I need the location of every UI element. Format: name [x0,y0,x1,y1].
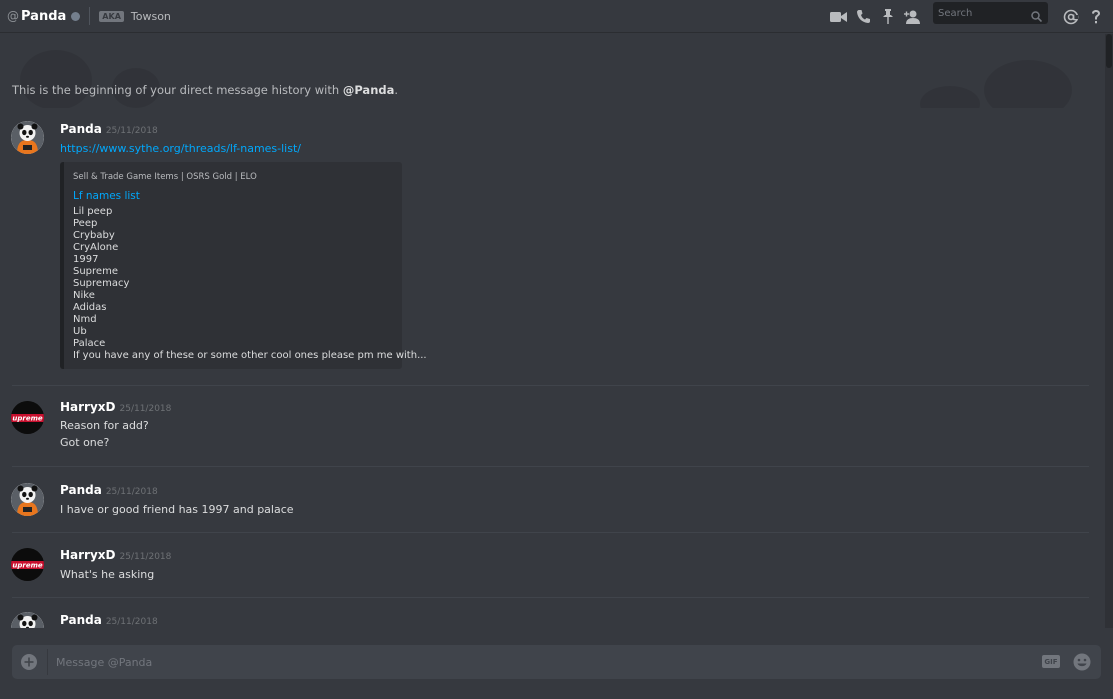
message-timestamp: 25/11/2018 [105,487,158,497]
message-input[interactable] [56,653,956,671]
author-name[interactable]: Panda [60,613,102,627]
panda-avatar[interactable] [11,483,44,516]
search-input[interactable] [933,7,1023,19]
embed-provider[interactable]: Sell & Trade Game Items | OSRS Gold | EL… [73,172,257,182]
author-name[interactable]: HarryxD [60,548,116,562]
message-author[interactable]: Panda 25/11/2018 [60,483,158,497]
search-icon [1031,7,1043,26]
message-group: Panda 25/11/2018 I have or good friend ha… [0,479,1104,534]
message-timestamp: 25/11/2018 [119,404,172,414]
intro-end: . [394,83,399,97]
message-text: What's he asking [60,568,155,581]
author-name[interactable]: Panda [60,122,102,136]
voice-call-icon[interactable] [851,5,875,29]
message-group: upreme HarryxD 25/11/2018 Reason for add?… [0,397,1104,467]
supreme-avatar[interactable]: upreme [11,401,44,434]
message-group: Panda 25/11/2018 https://www.sythe.org/th… [0,119,1104,385]
search-box[interactable] [933,2,1048,24]
message-divider [12,532,1089,533]
wumpus-decoration-left [20,50,160,108]
message-text: I have or good friend has 1997 and palac… [60,503,294,516]
message-author[interactable]: Panda 25/11/2018 [60,613,158,627]
header-divider [89,7,91,25]
message-scrollbar[interactable] [1105,34,1113,628]
svg-text:upreme: upreme [12,414,42,422]
message-timestamp: 25/11/2018 [105,126,158,136]
supreme-avatar[interactable]: upreme [11,548,44,581]
message-author[interactable]: Panda 25/11/2018 [60,122,158,136]
message-author[interactable]: HarryxD 25/11/2018 [60,400,171,414]
aka-name: Towson [130,9,171,23]
emoji-icon[interactable] [1072,652,1092,672]
link-embed: Sell & Trade Game Items | OSRS Gold | EL… [60,162,427,369]
wumpus-decoration-right [920,60,1072,108]
message-text: Got one? [60,436,110,449]
dm-username[interactable]: Panda [21,9,66,24]
pin-icon[interactable] [876,5,900,29]
message-group: Panda 25/11/2018 [0,609,1104,628]
mention-icon[interactable] [1059,5,1083,29]
channel-header: @ Panda AKA Towson [0,0,1113,33]
video-call-icon[interactable] [826,5,850,29]
message-link[interactable]: https://www.sythe.org/threads/lf-names-l… [60,142,301,155]
add-friend-icon[interactable] [901,5,925,29]
scrollbar-thumb[interactable] [1106,34,1112,68]
at-symbol: @ [7,9,19,23]
panda-avatar[interactable] [11,121,44,154]
status-indicator [71,11,81,21]
embed-description: Lil peep Peep Crybaby CryAlone 1997 Supr… [73,206,427,361]
message-composer: GIF [12,645,1101,679]
composer-divider [47,649,48,675]
author-name[interactable]: Panda [60,483,102,497]
author-name[interactable]: HarryxD [60,400,116,414]
svg-text:upreme: upreme [12,561,42,569]
message-divider [12,597,1089,598]
message-timestamp: 25/11/2018 [105,617,158,627]
upload-plus-icon[interactable] [20,653,38,671]
intro-mention[interactable]: @Panda [343,83,395,97]
gif-button[interactable]: GIF [1042,655,1060,668]
intro-text: This is the beginning of your direct mes… [12,83,343,97]
message-list[interactable]: This is the beginning of your direct mes… [0,34,1104,628]
aka-badge: AKA [99,10,124,22]
dm-intro-text: This is the beginning of your direct mes… [12,83,398,97]
message-divider [12,466,1089,467]
embed-title[interactable]: Lf names list [73,190,140,202]
help-icon[interactable] [1084,5,1108,29]
message-group: upreme HarryxD 25/11/2018 What's he askin… [0,544,1104,599]
message-divider [12,385,1089,386]
message-text: Reason for add? [60,419,149,432]
message-timestamp: 25/11/2018 [119,552,172,562]
message-author[interactable]: HarryxD 25/11/2018 [60,548,171,562]
panda-avatar[interactable] [11,612,44,628]
